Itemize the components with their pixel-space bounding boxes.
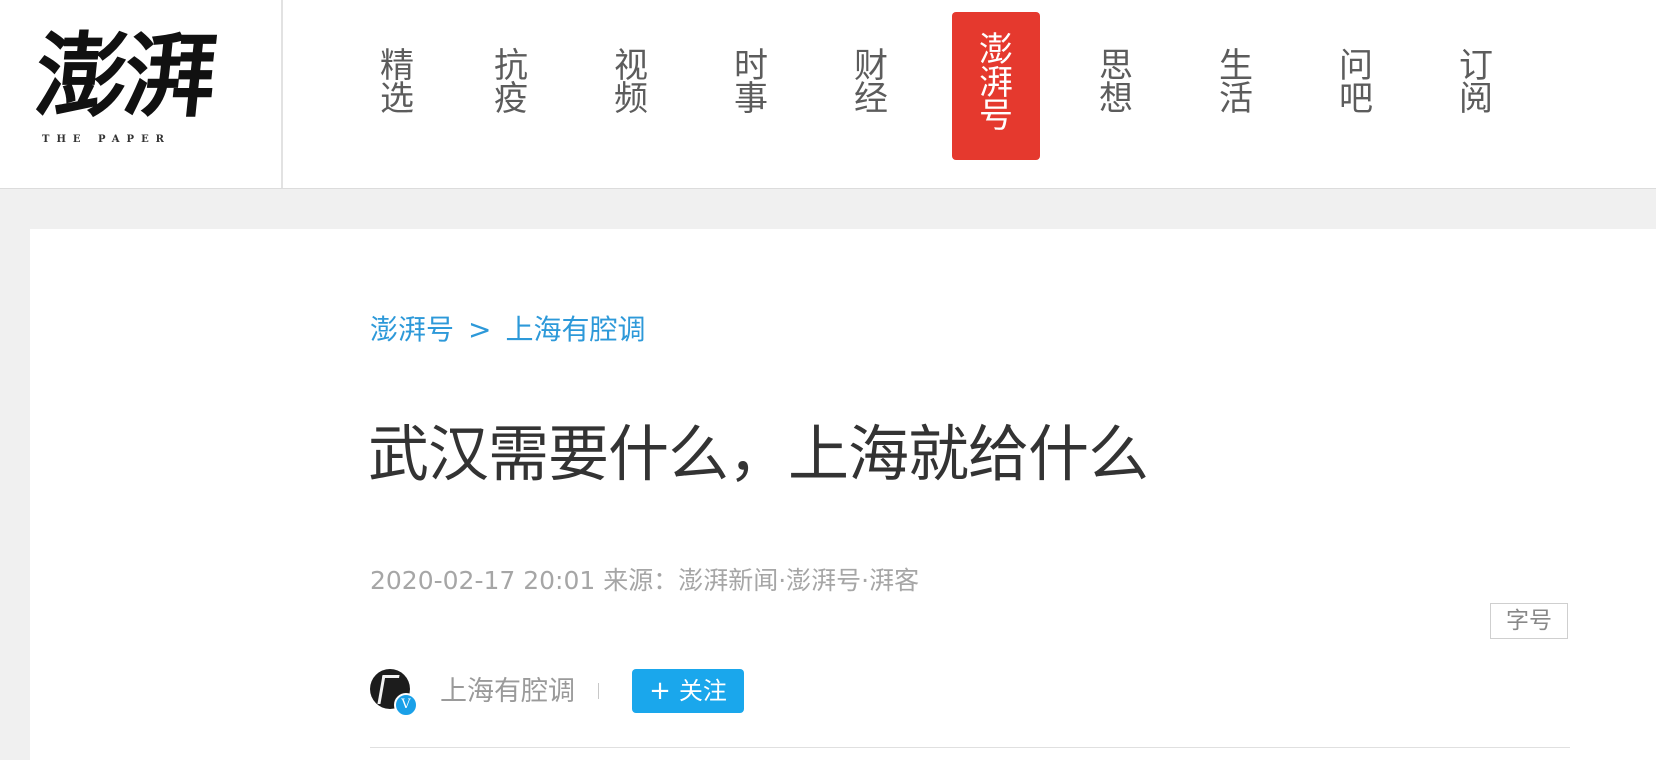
nav-item-jingxuan[interactable]: 精 选 bbox=[375, 49, 419, 119]
nav-item-kangyi[interactable]: 抗 疫 bbox=[489, 49, 533, 119]
nav-item-pengpaihao[interactable]: 澎 湃 号 bbox=[952, 12, 1040, 160]
nav-label: 吧 bbox=[1339, 79, 1373, 119]
nav-label: 疫 bbox=[494, 79, 528, 119]
content-divider bbox=[370, 747, 1570, 748]
breadcrumb-channel-link[interactable]: 上海有腔调 bbox=[505, 313, 645, 346]
nav-item-shishi[interactable]: 时 事 bbox=[729, 49, 773, 119]
nav-item-shipin[interactable]: 视 频 bbox=[609, 49, 653, 119]
breadcrumb-section-link[interactable]: 澎湃号 bbox=[370, 313, 454, 346]
plus-icon: + bbox=[649, 676, 671, 706]
nav-label: 号 bbox=[979, 96, 1013, 136]
article-meta: 2020-02-17 20:01 来源：澎湃新闻·澎湃号·湃客 bbox=[370, 566, 920, 595]
breadcrumb: 澎湃号 > 上海有腔调 bbox=[370, 312, 646, 348]
breadcrumb-separator: > bbox=[468, 313, 492, 346]
site-header: 澎湃 THE PAPER 精 选 抗 疫 视 频 时 事 财 经 澎 湃 号 思… bbox=[0, 0, 1656, 189]
logo-mark: 澎湃 bbox=[30, 22, 218, 130]
nav-item-caijing[interactable]: 财 经 bbox=[849, 49, 893, 119]
logo-subtitle: THE PAPER bbox=[42, 134, 171, 145]
nav-label: 活 bbox=[1219, 79, 1253, 119]
author-name-link[interactable]: 上海有腔调 bbox=[440, 674, 575, 710]
nav-label: 想 bbox=[1099, 79, 1133, 119]
article-title: 武汉需要什么，上海就给什么 bbox=[368, 419, 1149, 490]
nav-label: 阅 bbox=[1459, 79, 1493, 119]
nav-item-dingyue[interactable]: 订 阅 bbox=[1454, 49, 1498, 119]
nav-item-wenba[interactable]: 问 吧 bbox=[1334, 49, 1378, 119]
nav-label: 频 bbox=[614, 79, 648, 119]
author-row: V 上海有腔调 + 关注 bbox=[370, 669, 1070, 719]
nav-label: 经 bbox=[854, 79, 888, 119]
nav-label: 事 bbox=[734, 79, 768, 119]
article-card: 澎湃号 > 上海有腔调 武汉需要什么，上海就给什么 2020-02-17 20:01… bbox=[30, 229, 1656, 760]
follow-button[interactable]: + 关注 bbox=[632, 669, 744, 713]
follow-label: 关注 bbox=[678, 677, 727, 705]
nav-item-sixiang[interactable]: 思 想 bbox=[1094, 49, 1138, 119]
font-size-button[interactable]: 字号 bbox=[1490, 603, 1568, 639]
verified-badge-icon: V bbox=[394, 693, 418, 717]
nav-item-shenghuo[interactable]: 生 活 bbox=[1214, 49, 1258, 119]
divider bbox=[598, 683, 599, 699]
nav-label: 选 bbox=[380, 79, 414, 119]
site-logo[interactable]: 澎湃 THE PAPER bbox=[0, 0, 283, 188]
